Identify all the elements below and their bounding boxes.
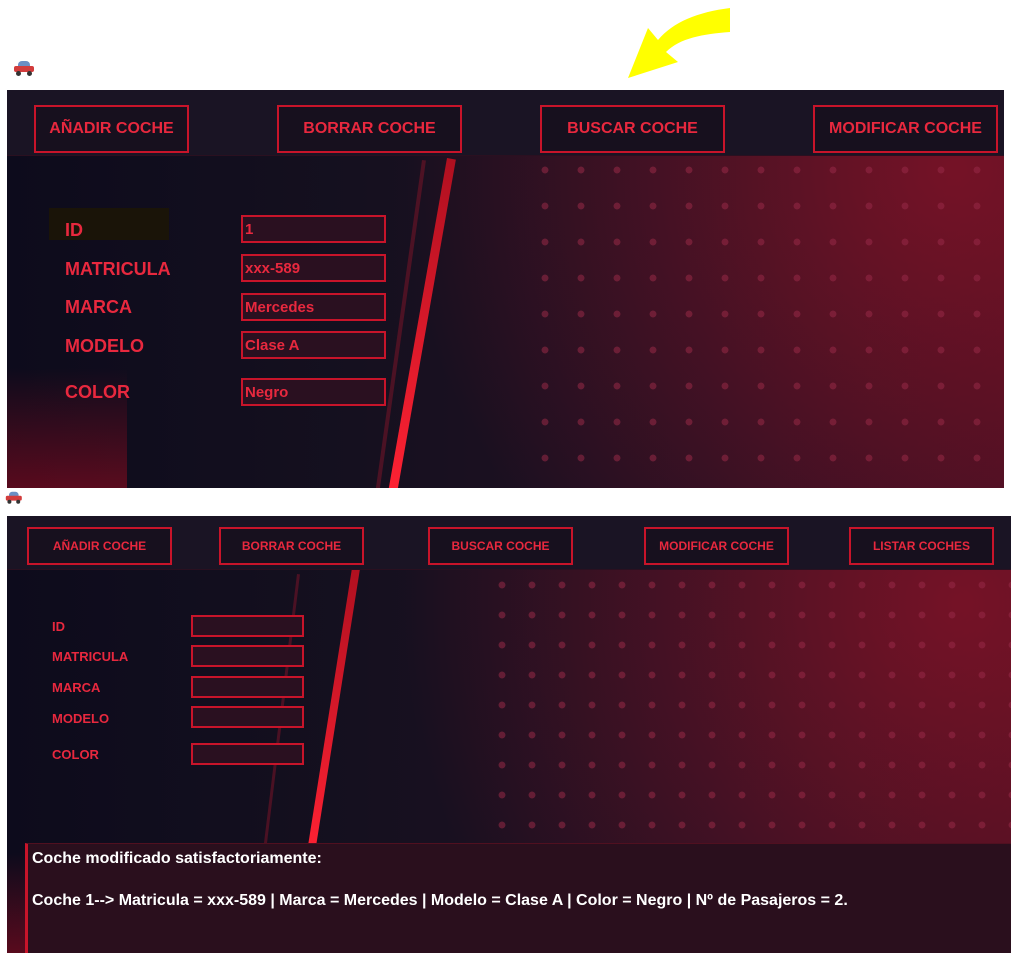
- modify-car-button[interactable]: MODIFICAR COCHE: [644, 527, 789, 565]
- color-field[interactable]: [241, 378, 386, 406]
- matricula-label: MATRICULA: [52, 649, 129, 664]
- marca-label: MARCA: [65, 297, 132, 317]
- color-label: COLOR: [65, 382, 130, 402]
- modelo-field[interactable]: [241, 331, 386, 359]
- matricula-field[interactable]: [191, 645, 304, 667]
- matricula-label: MATRICULA: [65, 259, 171, 279]
- modify-car-button[interactable]: MODIFICAR COCHE: [813, 105, 998, 153]
- delete-car-button[interactable]: BORRAR COCHE: [277, 105, 462, 153]
- modelo-label: MODELO: [52, 711, 110, 726]
- color-field[interactable]: [191, 743, 304, 765]
- modelo-label: MODELO: [65, 336, 144, 356]
- color-label: COLOR: [52, 747, 99, 762]
- list-cars-button[interactable]: LISTAR COCHES: [849, 527, 994, 565]
- search-car-button[interactable]: BUSCAR COCHE: [428, 527, 573, 565]
- id-field[interactable]: [191, 615, 304, 637]
- add-car-button[interactable]: AÑADIR COCHE: [27, 527, 172, 565]
- id-label: ID: [52, 619, 65, 634]
- car-icon: [5, 491, 23, 504]
- window-1-panel: AÑADIR COCHE BORRAR COCHE BUSCAR COCHE M…: [7, 90, 1004, 488]
- result-message-title: Coche modificado satisfactoriamente:: [32, 850, 322, 867]
- marca-label: MARCA: [52, 680, 101, 695]
- id-label: ID: [65, 220, 83, 240]
- search-car-button[interactable]: BUSCAR COCHE: [540, 105, 725, 153]
- marca-field[interactable]: [191, 676, 304, 698]
- add-car-button[interactable]: AÑADIR COCHE: [34, 105, 189, 153]
- delete-car-button[interactable]: BORRAR COCHE: [219, 527, 364, 565]
- dot-pattern: [487, 570, 1011, 850]
- red-slash: [306, 568, 360, 856]
- matricula-field[interactable]: [241, 254, 386, 282]
- result-message-box: Coche modificado satisfactoriamente: Coc…: [25, 843, 1011, 953]
- result-message-detail: Coche 1--> Matricula = xxx-589 | Marca =…: [32, 892, 848, 909]
- id-field[interactable]: [241, 215, 386, 243]
- annotation-arrow-icon: [628, 8, 730, 78]
- marca-field[interactable]: [241, 293, 386, 321]
- modelo-field[interactable]: [191, 706, 304, 728]
- dot-pattern: [527, 152, 1004, 488]
- car-icon: [13, 60, 35, 76]
